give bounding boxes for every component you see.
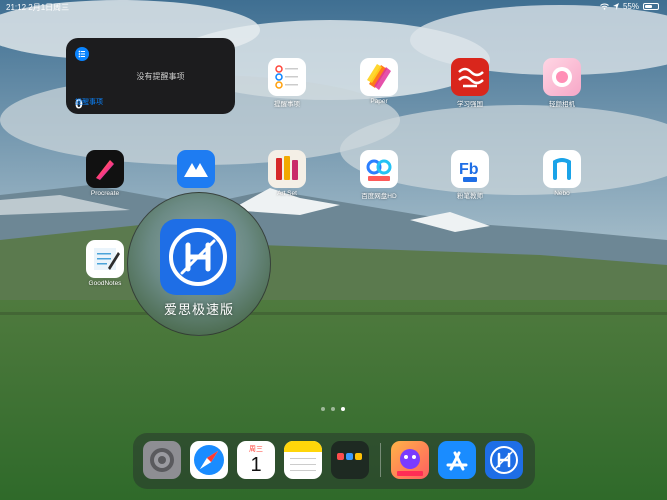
page-dot[interactable] [341,407,345,411]
xuexi-icon [451,58,489,96]
app-label: Paper [370,98,388,105]
app-label: 轻颜相机 [549,101,575,108]
app-label: 学习强国 [457,101,483,108]
calendar-day: 1 [250,454,262,476]
reminders-icon [268,58,306,96]
list-bullet-icon [75,47,89,61]
app-label: Procreate [90,190,120,197]
baidu-netdisk-icon [360,150,398,188]
app-fenbi[interactable]: Fb 粉笔教师 [435,150,505,200]
app-light-camera[interactable]: 轻颜相机 [527,58,597,108]
app-label: 提醒事项 [274,101,300,108]
magnifier-circle: 爱思极速版 [127,192,271,336]
wifi-icon [600,3,609,10]
page-dot[interactable] [321,407,325,411]
aisi-icon[interactable] [485,441,523,479]
notes-icon[interactable] [284,441,322,479]
svg-text:Fb: Fb [459,161,479,178]
dock: 周三 1 [133,433,535,489]
app-label: Nebo [554,190,570,197]
goodnotes-icon [86,240,124,278]
light-camera-icon [543,58,581,96]
page-indicator[interactable] [321,407,345,411]
battery-fill [645,5,652,8]
reminders-widget[interactable]: 没有提醒事项 0 提醒事项 [66,38,235,114]
app-label: 粉笔教师 [457,193,483,200]
magnified-app-label: 爱思极速版 [163,302,234,317]
app-mindmap[interactable] [161,150,231,190]
paper-icon [360,58,398,96]
art-set-icon [268,150,306,188]
app-label: Art Set [277,190,297,197]
widget-empty-text: 没有提醒事项 [136,72,185,81]
battery-icon [643,3,659,10]
app-store-icon[interactable] [438,441,476,479]
safari-icon[interactable] [190,441,228,479]
settings-icon[interactable] [143,441,181,479]
app-xuexi[interactable]: 学习强国 [435,58,505,108]
nebo-icon [543,150,581,188]
widget-title: 提醒事项 [75,99,103,106]
calendar-weekday: 周三 [249,446,263,453]
dock-separator [380,443,381,477]
app-baidu-netdisk[interactable]: 百度网盘HD [344,150,414,200]
battery-percent: 55% [622,2,639,11]
app-paper[interactable]: Paper [344,58,414,105]
fenbi-icon: Fb [451,150,489,188]
status-time-date: 21:12 2月1日周三 [6,3,70,12]
app-reminders[interactable]: 提醒事项 [252,58,322,108]
app-art-set[interactable]: Art Set [252,150,322,197]
app-nebo[interactable]: Nebo [527,150,597,197]
app-procreate[interactable]: Procreate [70,150,140,197]
app-label: 百度网盘HD [361,193,397,200]
aisi-icon[interactable] [160,219,236,295]
app-folder-icon[interactable] [331,441,369,479]
calendar-icon[interactable]: 周三 1 [237,441,275,479]
procreate-icon [86,150,124,188]
location-icon [612,3,619,10]
game-app-icon[interactable] [391,441,429,479]
page-dot[interactable] [331,407,335,411]
status-right: 55% [600,2,659,11]
mindmap-app-icon [177,150,215,188]
